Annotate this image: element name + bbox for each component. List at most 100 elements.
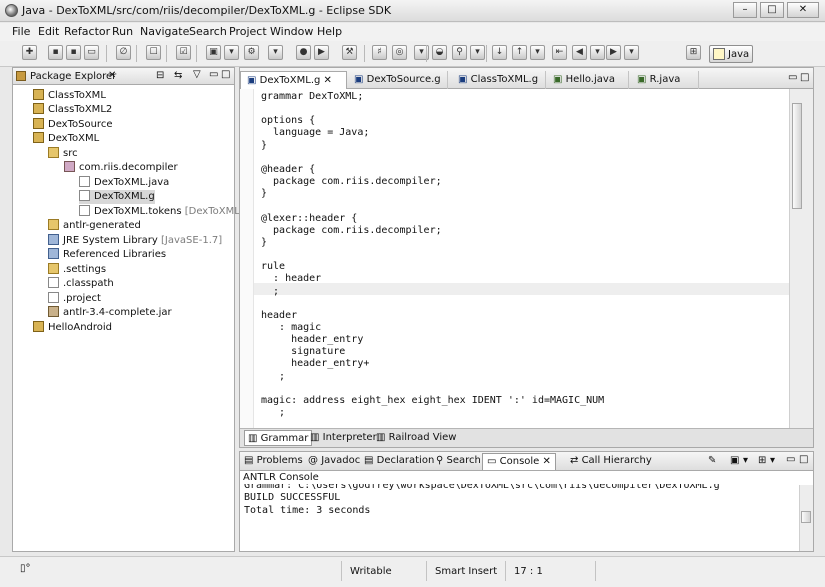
dropdown-icon[interactable]: ▾	[530, 45, 545, 60]
minimize-view-icon[interactable]: ▭	[786, 454, 795, 465]
open-console-icon[interactable]: ⊞	[758, 455, 766, 466]
view-menu-icon[interactable]: ▽	[193, 69, 201, 80]
close-tab-icon[interactable]: ✕	[324, 75, 332, 86]
last-edit-icon[interactable]: ⇤	[552, 45, 567, 60]
menu-refactor[interactable]: Refactor	[64, 25, 110, 38]
console-name: ANTLR Console	[243, 472, 319, 483]
maximize-view-icon[interactable]: □	[221, 69, 230, 80]
tab-interpreter[interactable]: ▥ Interpreter	[310, 432, 377, 443]
java-perspective-button[interactable]: Java	[709, 45, 753, 63]
tree-item-dextoxml[interactable]: DexToXML	[33, 132, 99, 146]
dropdown-icon[interactable]: ▾	[590, 45, 605, 60]
minimize-view-icon[interactable]: ▭	[788, 72, 797, 83]
grammar-code-editor[interactable]: grammar DexToXML; options { language = J…	[261, 91, 789, 424]
console-line: BUILD SUCCESSFUL	[244, 492, 341, 503]
close-tab-icon[interactable]: ✕	[543, 456, 551, 467]
tab-grammar[interactable]: ▥ Grammar	[244, 430, 313, 446]
display-console-icon[interactable]: ▣	[730, 455, 739, 466]
menu-file[interactable]: File	[12, 25, 30, 38]
tree-item-antlr-jar[interactable]: antlr-3.4-complete.jar	[48, 306, 172, 320]
console-vertical-scrollbar[interactable]	[799, 485, 813, 551]
menu-navigate[interactable]: Navigate	[140, 25, 189, 38]
menu-edit[interactable]: Edit	[38, 25, 59, 38]
editor-tab-dextosource-g[interactable]: ▣ DexToSource.g	[348, 71, 448, 89]
clear-console-icon[interactable]: ✎	[708, 455, 716, 466]
collapse-all-icon[interactable]: ⊟	[156, 70, 164, 81]
editor-ruler	[240, 89, 254, 428]
dropdown-icon[interactable]: ▾	[268, 45, 283, 60]
dropdown-icon[interactable]: ▾	[470, 45, 485, 60]
debug-icon[interactable]: ●	[296, 45, 311, 60]
tree-item-helloandroid[interactable]: HelloAndroid	[33, 321, 112, 335]
skip-breakpoints-icon[interactable]: ∅	[116, 45, 131, 60]
tab-railroad-view[interactable]: ▥ Railroad View	[376, 432, 456, 443]
tree-item-package[interactable]: com.riis.decompiler	[64, 161, 178, 175]
editor-tab-hello-java[interactable]: ▣ Hello.java	[547, 71, 629, 89]
tree-item-dextoxml-g[interactable]: DexToXML.g	[79, 190, 155, 204]
menu-search[interactable]: Search	[189, 25, 227, 38]
minimize-button[interactable]: –	[733, 2, 757, 18]
dropdown-icon[interactable]: ▾	[224, 45, 239, 60]
editor-tab-classtoxml-g[interactable]: ▣ ClassToXML.g	[452, 71, 546, 89]
tab-search[interactable]: ⚲ Search	[436, 455, 481, 466]
search-icon[interactable]: ⚲	[452, 45, 467, 60]
editor-tab-dextoxml-g[interactable]: ▣ DexToXML.g ✕	[240, 71, 347, 89]
dropdown-icon[interactable]: ▾	[770, 455, 775, 466]
run-icon[interactable]: ▶	[314, 45, 329, 60]
save-icon[interactable]: ▪	[48, 45, 63, 60]
minimize-view-icon[interactable]: ▭	[209, 69, 218, 80]
close-button[interactable]: ✕	[787, 2, 819, 18]
dropdown-icon[interactable]: ▾	[743, 455, 748, 466]
tree-item-settings[interactable]: .settings	[48, 263, 106, 277]
tree-item-referenced-libraries[interactable]: Referenced Libraries	[48, 248, 166, 262]
run-configurations-icon[interactable]: ▣	[206, 45, 221, 60]
maximize-view-icon[interactable]: □	[799, 454, 808, 465]
tools-icon[interactable]: ⚙	[244, 45, 259, 60]
open-type-icon[interactable]: ☑	[176, 45, 191, 60]
editor-vertical-scrollbar[interactable]	[789, 89, 813, 428]
forward-icon[interactable]: ▶	[606, 45, 621, 60]
tree-item-dextoxml-tokens[interactable]: DexToXML.tokens [DexToXML.g]	[79, 205, 253, 219]
save-all-icon[interactable]: ▪	[66, 45, 81, 60]
link-with-editor-icon[interactable]: ⇆	[174, 70, 182, 81]
menu-run[interactable]: Run	[112, 25, 133, 38]
previous-annotation-icon[interactable]: ↑	[512, 45, 527, 60]
close-tab-icon[interactable]: ✕	[108, 70, 116, 81]
scrollbar-thumb[interactable]	[792, 103, 802, 209]
new-java-project-icon[interactable]: ♯	[372, 45, 387, 60]
tab-javadoc[interactable]: @ Javadoc	[308, 455, 360, 466]
new-package-icon[interactable]: ◎	[392, 45, 407, 60]
tab-problems[interactable]: ▤ Problems	[244, 455, 303, 466]
open-resource-icon[interactable]: ◒	[432, 45, 447, 60]
new-icon[interactable]: ✚	[22, 45, 37, 60]
fast-view-icon[interactable]: ▯°	[20, 563, 31, 574]
menu-help[interactable]: Help	[317, 25, 342, 38]
tab-console[interactable]: ▭ Console ✕	[482, 453, 556, 470]
console-output[interactable]: Grammar: C:\Users\godfrey\workspace\DexT…	[240, 484, 801, 551]
tree-item-classpath[interactable]: .classpath	[48, 277, 114, 291]
tree-item-dextosource[interactable]: DexToSource	[33, 118, 112, 132]
maximize-view-icon[interactable]: □	[800, 72, 809, 83]
build-icon[interactable]: ☐	[146, 45, 161, 60]
tab-call-hierarchy[interactable]: ⇄ Call Hierarchy	[570, 455, 652, 466]
tree-item-src[interactable]: src	[48, 147, 78, 161]
open-perspective-icon[interactable]: ⊞	[686, 45, 701, 60]
external-tools-icon[interactable]: ⚒	[342, 45, 357, 60]
maximize-button[interactable]: □	[760, 2, 784, 18]
dropdown-icon[interactable]: ▾	[624, 45, 639, 60]
next-annotation-icon[interactable]: ↓	[492, 45, 507, 60]
tree-item-classtoxml2[interactable]: ClassToXML2	[33, 103, 112, 117]
print-icon[interactable]: ▭	[84, 45, 99, 60]
package-explorer-title[interactable]: Package Explorer	[30, 71, 116, 82]
menu-window[interactable]: Window	[270, 25, 313, 38]
tree-item-antlr-generated[interactable]: antlr-generated	[48, 219, 141, 233]
editor-tab-r-java[interactable]: ▣ R.java	[631, 71, 699, 89]
tab-declaration[interactable]: ▤ Declaration	[364, 455, 434, 466]
tree-item-classtoxml[interactable]: ClassToXML	[33, 89, 106, 103]
tree-item-jre-library[interactable]: JRE System Library [JavaSE-1.7]	[48, 234, 222, 248]
back-icon[interactable]: ◀	[572, 45, 587, 60]
tree-item-dextoxml-java[interactable]: DexToXML.java	[79, 176, 169, 190]
tree-item-project[interactable]: .project	[48, 292, 101, 306]
scrollbar-thumb[interactable]	[801, 511, 811, 523]
menu-project[interactable]: Project	[229, 25, 267, 38]
